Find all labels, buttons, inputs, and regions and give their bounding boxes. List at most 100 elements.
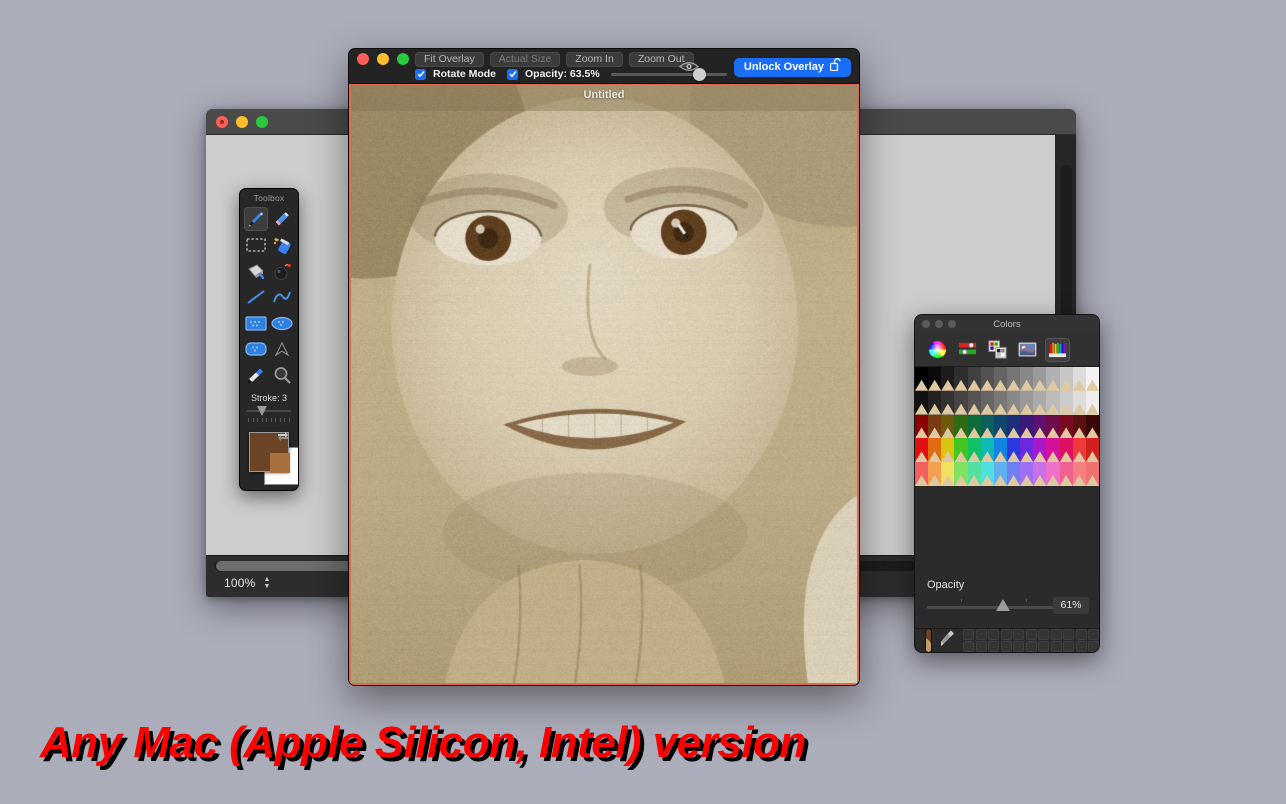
- pencil-swatch[interactable]: [1046, 462, 1059, 486]
- pencil-swatch[interactable]: [941, 391, 954, 415]
- pencil-swatch[interactable]: [928, 462, 941, 486]
- pencil-swatch[interactable]: [1086, 438, 1099, 462]
- pencil-swatch[interactable]: [954, 415, 967, 439]
- pencil-swatch[interactable]: [1007, 367, 1020, 391]
- pencil-swatch[interactable]: [968, 415, 981, 439]
- curve-tool[interactable]: [270, 285, 294, 309]
- pencil-swatch[interactable]: [928, 415, 941, 439]
- pencil-swatch[interactable]: [1086, 367, 1099, 391]
- pencil-swatch[interactable]: [928, 367, 941, 391]
- toolbox-palette[interactable]: Toolbox: [239, 188, 299, 491]
- swatch-cell[interactable]: [1051, 641, 1062, 652]
- pencil-swatch[interactable]: [1046, 367, 1059, 391]
- overlay-window[interactable]: Fit Overlay Actual Size Zoom In Zoom Out…: [348, 48, 860, 686]
- swatch-cell[interactable]: [1063, 629, 1074, 640]
- overlay-minimize-button[interactable]: [377, 53, 389, 65]
- swatch-cell[interactable]: [1076, 629, 1087, 640]
- pencil-swatch[interactable]: [915, 391, 928, 415]
- eraser-tool[interactable]: [270, 207, 294, 231]
- pencil-swatch[interactable]: [1086, 415, 1099, 439]
- fit-overlay-button[interactable]: Fit Overlay: [415, 52, 484, 67]
- opacity-value[interactable]: 61%: [1053, 597, 1089, 614]
- swatch-bar[interactable]: [915, 629, 1099, 652]
- pencil-swatch[interactable]: [1020, 462, 1033, 486]
- opacity-checkbox[interactable]: [507, 69, 518, 80]
- pencil-swatch[interactable]: [981, 438, 994, 462]
- bomb-tool[interactable]: [270, 259, 294, 283]
- eyedropper-tool[interactable]: [244, 363, 268, 387]
- pencil-swatch[interactable]: [1033, 438, 1046, 462]
- rotate-mode-checkbox[interactable]: [415, 69, 426, 80]
- pencil-swatch[interactable]: [1073, 415, 1086, 439]
- ellipse-tool[interactable]: [270, 311, 294, 335]
- pencil-row[interactable]: [915, 415, 1099, 439]
- pencil-row[interactable]: [915, 438, 1099, 462]
- pencil-swatch[interactable]: [994, 415, 1007, 439]
- color-palettes-icon[interactable]: [985, 338, 1010, 362]
- overlay-close-button[interactable]: [357, 53, 369, 65]
- pencil-swatch[interactable]: [1007, 438, 1020, 462]
- pencil-swatch[interactable]: [1073, 391, 1086, 415]
- colors-panel-titlebar[interactable]: Colors: [915, 315, 1099, 333]
- pencil-swatch[interactable]: [968, 462, 981, 486]
- actual-size-button[interactable]: Actual Size: [490, 52, 561, 67]
- pencil-swatch[interactable]: [915, 438, 928, 462]
- pencil-swatch[interactable]: [1060, 438, 1073, 462]
- pencil-swatch[interactable]: [994, 438, 1007, 462]
- pencil-swatch[interactable]: [928, 391, 941, 415]
- pencil-swatch[interactable]: [968, 367, 981, 391]
- line-tool[interactable]: [244, 285, 268, 309]
- opacity-slider-track[interactable]: [927, 606, 1059, 609]
- magnifier-tool[interactable]: [270, 363, 294, 387]
- pencil-swatch[interactable]: [1007, 415, 1020, 439]
- pencil-swatch[interactable]: [915, 367, 928, 391]
- pencil-swatch[interactable]: [1020, 415, 1033, 439]
- current-color-swatch[interactable]: [925, 628, 932, 653]
- overlay-image-area[interactable]: Untitled: [349, 84, 859, 685]
- pencil-swatch[interactable]: [981, 415, 994, 439]
- swatch-cell[interactable]: [976, 629, 987, 640]
- zoom-stepper[interactable]: ▲ ▼: [264, 577, 271, 589]
- pencil-swatch[interactable]: [1046, 438, 1059, 462]
- stepper-down-icon[interactable]: ▼: [264, 584, 271, 589]
- rectangular-selection-tool[interactable]: [244, 233, 268, 257]
- stepper-up-icon[interactable]: ▲: [264, 577, 271, 582]
- swatch-cell[interactable]: [1038, 629, 1049, 640]
- overlay-traffic-lights[interactable]: [357, 53, 409, 65]
- pencil-swatch[interactable]: [954, 462, 967, 486]
- polygon-tool[interactable]: [270, 337, 294, 361]
- swatch-cell[interactable]: [1026, 629, 1037, 640]
- pencil-swatch[interactable]: [954, 438, 967, 462]
- pencils-icon[interactable]: [1045, 338, 1070, 362]
- opacity-control[interactable]: Opacity 61%: [915, 573, 1099, 629]
- pencil-swatch[interactable]: [1020, 438, 1033, 462]
- colors-panel-toolbar[interactable]: [915, 333, 1099, 367]
- pencil-swatch[interactable]: [994, 367, 1007, 391]
- pencil-swatch[interactable]: [981, 367, 994, 391]
- pencil-swatch[interactable]: [1033, 391, 1046, 415]
- color-sliders-icon[interactable]: [955, 338, 980, 362]
- pencil-swatch[interactable]: [1020, 391, 1033, 415]
- pencil-swatch[interactable]: [968, 391, 981, 415]
- pencil-swatch[interactable]: [1060, 462, 1073, 486]
- pencil-swatch[interactable]: [994, 391, 1007, 415]
- pencil-row[interactable]: [915, 367, 1099, 391]
- pencil-swatch[interactable]: [1007, 462, 1020, 486]
- pencil-swatch[interactable]: [915, 462, 928, 486]
- pencil-swatch[interactable]: [1046, 415, 1059, 439]
- pencil-swatch[interactable]: [1060, 391, 1073, 415]
- swatch-cell[interactable]: [1026, 641, 1037, 652]
- overlay-zoom-button[interactable]: [397, 53, 409, 65]
- pencil-swatch[interactable]: [981, 391, 994, 415]
- stroke-slider-knob[interactable]: [257, 406, 267, 416]
- pencil-swatch[interactable]: [954, 391, 967, 415]
- pencil-swatch[interactable]: [1060, 415, 1073, 439]
- pencil-swatch[interactable]: [1033, 367, 1046, 391]
- pencil-swatch[interactable]: [941, 415, 954, 439]
- pencil-swatch[interactable]: [1060, 367, 1073, 391]
- overlay-opacity-slider[interactable]: [611, 73, 727, 76]
- zoom-in-button[interactable]: Zoom In: [566, 52, 623, 67]
- opacity-slider-knob[interactable]: [996, 599, 1010, 611]
- swatch-cell[interactable]: [1013, 641, 1024, 652]
- color-wheel-icon[interactable]: [925, 338, 950, 362]
